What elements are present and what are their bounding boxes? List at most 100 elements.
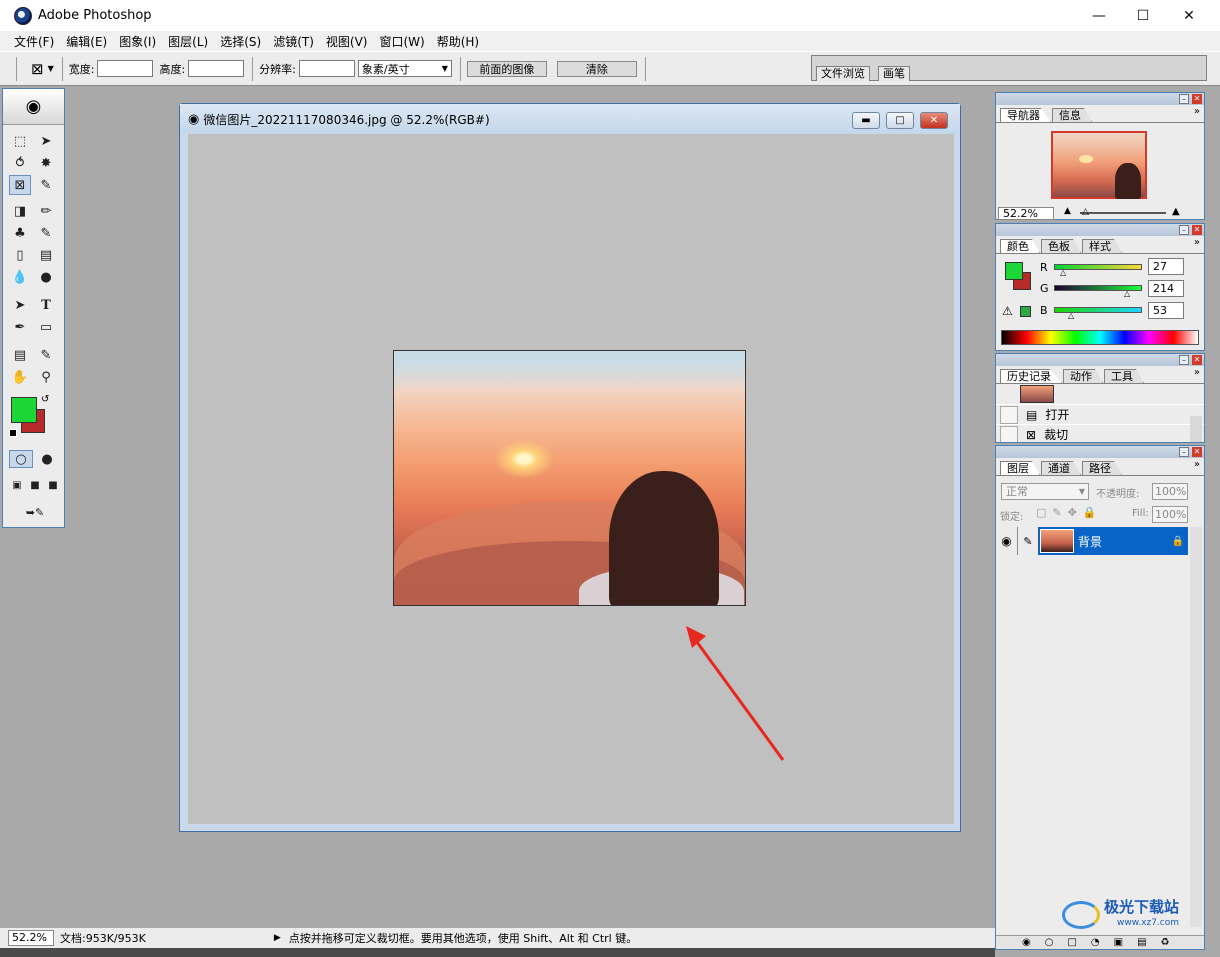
lasso-tool-icon[interactable]: ⥀ xyxy=(9,153,31,173)
eyedropper-icon[interactable]: ✎ xyxy=(35,345,57,365)
clear-button[interactable]: 清除 xyxy=(556,60,637,77)
status-zoom-field[interactable]: 52.2% xyxy=(8,930,54,946)
tab-color[interactable]: 颜色 xyxy=(1000,239,1040,253)
history-scrollbar[interactable] xyxy=(1190,416,1202,442)
zoom-slider-thumb[interactable]: △ xyxy=(1082,207,1089,217)
color-ramp[interactable] xyxy=(1001,330,1199,345)
lock-icons[interactable]: ▢✎✥🔒 xyxy=(1036,506,1103,519)
menu-file[interactable]: 文件(F) xyxy=(8,33,60,50)
move-tool-icon[interactable]: ➤ xyxy=(35,131,57,151)
navigator-zoom-field[interactable]: 52.2% xyxy=(998,207,1054,220)
standard-mode-icon[interactable]: ○ xyxy=(9,450,33,468)
menu-image[interactable]: 图象(I) xyxy=(113,33,162,50)
tab-actions[interactable]: 动作 xyxy=(1063,369,1103,383)
brush-tool-icon[interactable]: ✏ xyxy=(35,201,57,221)
status-menu-arrow-icon[interactable]: ▶ xyxy=(274,933,281,943)
panel-minimize-icon[interactable]: – xyxy=(1179,225,1189,235)
hand-tool-icon[interactable]: ✋ xyxy=(9,367,31,387)
gamut-swatch[interactable] xyxy=(1020,306,1031,317)
tab-paths[interactable]: 路径 xyxy=(1082,461,1122,475)
panel-menu-icon[interactable]: » xyxy=(1194,459,1200,470)
blur-tool-icon[interactable]: 💧 xyxy=(9,267,31,287)
foreground-color-swatch[interactable] xyxy=(11,397,37,423)
navigator-thumbnail[interactable] xyxy=(1051,131,1147,199)
zoom-out-icon[interactable]: ▲ xyxy=(1064,206,1071,216)
crop-tool-icon[interactable]: ⊠ xyxy=(9,175,31,195)
menu-help[interactable]: 帮助(H) xyxy=(431,33,485,50)
width-input[interactable] xyxy=(97,60,154,77)
marquee-tool-icon[interactable]: ⬚ xyxy=(9,131,31,151)
doc-close-button[interactable]: ✕ xyxy=(920,112,948,129)
notes-tool-icon[interactable]: ▤ xyxy=(9,345,31,365)
stamp-tool-icon[interactable]: ♣ xyxy=(9,223,31,243)
tab-navigator[interactable]: 导航器 xyxy=(1000,108,1051,122)
zoom-tool-icon[interactable]: ⚲ xyxy=(35,367,57,387)
history-brush-icon[interactable]: ✎ xyxy=(35,223,57,243)
menu-filter[interactable]: 滤镜(T) xyxy=(267,33,320,50)
tab-swatches[interactable]: 色板 xyxy=(1041,239,1081,253)
maximize-button[interactable]: ☐ xyxy=(1120,0,1166,31)
layers-footer-buttons[interactable]: ◉○□◔▣▤♻ xyxy=(996,935,1204,949)
tab-layers[interactable]: 图层 xyxy=(1000,461,1040,475)
panel-close-icon[interactable]: ✕ xyxy=(1192,225,1202,235)
doc-minimize-button[interactable]: ▬ xyxy=(852,112,880,129)
tab-channels[interactable]: 通道 xyxy=(1041,461,1081,475)
panel-close-icon[interactable]: ✕ xyxy=(1192,94,1202,104)
b-slider-thumb[interactable]: △ xyxy=(1068,311,1074,320)
canvas-image[interactable] xyxy=(393,350,746,606)
gamut-warning-icon[interactable]: ⚠ xyxy=(1002,304,1013,318)
r-slider[interactable] xyxy=(1054,264,1142,270)
screen-mode-full-menu-icon[interactable]: ■ xyxy=(27,477,43,493)
history-item-crop[interactable]: ⊠ 裁切 xyxy=(996,424,1204,442)
gradient-tool-icon[interactable]: ▤ xyxy=(35,245,57,265)
type-tool-icon[interactable]: T xyxy=(35,295,57,315)
magic-wand-icon[interactable]: ✸ xyxy=(35,153,57,173)
opacity-field[interactable]: 100% xyxy=(1152,483,1188,500)
r-slider-thumb[interactable]: △ xyxy=(1060,268,1066,277)
r-value-field[interactable]: 27 xyxy=(1148,258,1184,275)
toolbox-header-eye-icon[interactable]: ◉ xyxy=(3,89,64,125)
document-title-bar[interactable]: ◉ 微信图片_20221117080346.jpg @ 52.2%(RGB#) xyxy=(180,104,960,134)
resolution-input[interactable] xyxy=(298,60,355,77)
g-slider-thumb[interactable]: △ xyxy=(1124,289,1130,298)
jump-to-imageready-icon[interactable]: ➥✎ xyxy=(11,503,59,521)
g-value-field[interactable]: 214 xyxy=(1148,280,1184,297)
screen-mode-standard-icon[interactable]: ▣ xyxy=(9,477,25,493)
panel-minimize-icon[interactable]: – xyxy=(1179,447,1189,457)
slice-tool-icon[interactable]: ✎ xyxy=(35,175,57,195)
default-colors-icon[interactable] xyxy=(9,429,17,437)
zoom-in-icon[interactable]: ▲ xyxy=(1172,206,1180,217)
history-snapshot[interactable] xyxy=(996,384,1204,404)
history-item-open[interactable]: ▤ 打开 xyxy=(996,404,1204,424)
tab-history[interactable]: 历史记录 xyxy=(1000,369,1062,383)
history-brush-source-checkbox[interactable] xyxy=(1000,405,1018,424)
quick-mask-icon[interactable]: ● xyxy=(35,450,59,468)
path-select-icon[interactable]: ➤ xyxy=(9,295,31,315)
layer-visibility-eye-icon[interactable]: ◉ xyxy=(996,527,1018,555)
tab-info[interactable]: 信息 xyxy=(1052,108,1092,122)
close-button[interactable]: ✕ xyxy=(1166,0,1212,31)
menu-select[interactable]: 选择(S) xyxy=(214,33,267,50)
shape-tool-icon[interactable]: ▭ xyxy=(35,317,57,337)
unit-select[interactable]: 象素/英寸 ▼ xyxy=(357,60,452,77)
blend-mode-select[interactable]: 正常 ▼ xyxy=(1001,483,1089,500)
panel-close-icon[interactable]: ✕ xyxy=(1192,355,1202,365)
b-value-field[interactable]: 53 xyxy=(1148,302,1184,319)
pen-tool-icon[interactable]: ✒ xyxy=(9,317,31,337)
layer-row-background[interactable]: ◉ ✎ 背景 🔒 xyxy=(996,527,1188,555)
screen-mode-full-icon[interactable]: ■ xyxy=(45,477,61,493)
height-input[interactable] xyxy=(188,60,245,77)
minimize-button[interactable]: — xyxy=(1076,0,1122,31)
tab-styles[interactable]: 样式 xyxy=(1082,239,1122,253)
panel-menu-icon[interactable]: » xyxy=(1194,106,1200,117)
doc-maximize-button[interactable]: □ xyxy=(886,112,914,129)
menu-window[interactable]: 窗口(W) xyxy=(373,33,430,50)
layers-scrollbar[interactable] xyxy=(1190,527,1202,927)
layer-brush-icon[interactable]: ✎ xyxy=(1018,527,1038,555)
navigator-zoom-slider[interactable] xyxy=(1080,212,1166,214)
tab-brushes[interactable]: 画笔 xyxy=(878,66,910,81)
panel-menu-icon[interactable]: » xyxy=(1194,237,1200,248)
healing-brush-icon[interactable]: ◨ xyxy=(9,201,31,221)
color-foreground-swatch[interactable] xyxy=(1005,262,1023,280)
panel-minimize-icon[interactable]: – xyxy=(1179,355,1189,365)
